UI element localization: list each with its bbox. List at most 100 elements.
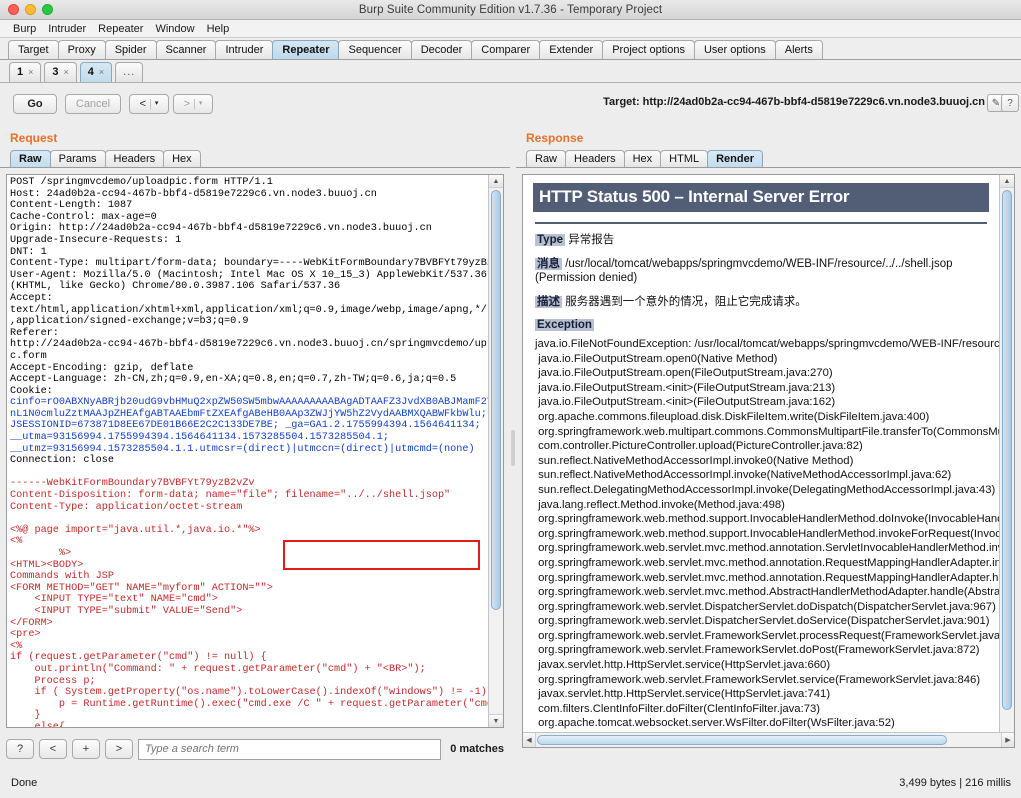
search-prev-button[interactable]: <	[39, 739, 67, 759]
stacktrace-line: org.springframework.web.servlet.Dispatch…	[535, 600, 996, 613]
stacktrace-line: sun.reflect.NativeMethodAccessorImpl.inv…	[535, 469, 952, 482]
request-line: http://24ad0b2a-cc94-467b-bbf4-d5819e722…	[10, 339, 488, 351]
request-line: Connection: close	[10, 455, 114, 467]
request-line: cinfo=rO0ABXNyABRjb20udG9vbHMuQ2xpZW50SW…	[10, 397, 488, 409]
close-icon[interactable]: ×	[28, 63, 33, 82]
forward-button[interactable]: > | ▾	[173, 94, 213, 114]
tab-project-options[interactable]: Project options	[602, 40, 695, 59]
tab-proxy[interactable]: Proxy	[57, 40, 106, 59]
request-line: Content-Disposition: form-data; name="fi…	[10, 490, 451, 502]
repeater-tab-1[interactable]: 1 ×	[9, 62, 42, 82]
request-line: Commands with JSP	[10, 571, 114, 583]
search-help-button[interactable]: ?	[6, 739, 34, 759]
request-line: Process p;	[10, 675, 96, 687]
request-line: Content-Type: application/octet-stream	[10, 501, 243, 513]
main-tab-bar: Target Proxy Spider Scanner Intruder Rep…	[0, 38, 1021, 60]
scroll-right-icon[interactable]: ▶	[1001, 733, 1014, 747]
scrollbar-thumb[interactable]	[491, 190, 501, 610]
scroll-up-icon[interactable]: ▲	[489, 175, 503, 188]
request-line: Content-Length: 1087	[10, 200, 133, 212]
request-line: Accept-Encoding: gzip, deflate	[10, 362, 194, 374]
request-tab-raw[interactable]: Raw	[10, 150, 51, 167]
request-line: c.form	[10, 350, 47, 362]
error-status-title: HTTP Status 500 – Internal Server Error	[533, 183, 989, 212]
search-input[interactable]	[138, 738, 442, 760]
stacktrace-line: org.apache.tomcat.websocket.server.WsFil…	[535, 717, 895, 730]
tab-user-options[interactable]: User options	[693, 40, 776, 59]
tab-sequencer[interactable]: Sequencer	[338, 40, 412, 59]
repeater-new-tab-button[interactable]: ...	[115, 62, 144, 82]
response-tab-hex[interactable]: Hex	[623, 150, 662, 167]
stacktrace-line: javax.servlet.http.HttpServlet.service(H…	[535, 659, 831, 672]
menu-window[interactable]: Window	[149, 20, 200, 38]
request-line: p = Runtime.getRuntime().exec("cmd.exe /…	[10, 698, 488, 710]
stacktrace-line: org.springframework.web.method.support.I…	[535, 527, 999, 540]
response-horizontal-scrollbar[interactable]: ◀ ▶	[523, 732, 1014, 747]
scroll-left-icon[interactable]: ◀	[523, 733, 536, 747]
response-tab-raw[interactable]: Raw	[526, 150, 567, 167]
repeater-panes: Request Raw Params Headers Hex POST /spr…	[0, 126, 1021, 770]
request-line	[10, 467, 488, 479]
repeater-tab-1-label: 1	[17, 66, 24, 78]
repeater-toolbar: Go Cancel < | ▾ > | ▾ Target: http://24a…	[0, 83, 1021, 127]
repeater-tab-4[interactable]: 4 ×	[79, 62, 113, 82]
request-tab-hex[interactable]: Hex	[163, 150, 201, 167]
request-raw-text[interactable]: POST /springmvcdemo/uploadpic.form HTTP/…	[7, 175, 488, 727]
stacktrace-line: org.springframework.web.servlet.mvc.meth…	[535, 542, 999, 555]
tab-extender[interactable]: Extender	[539, 40, 604, 59]
menu-intruder[interactable]: Intruder	[42, 20, 92, 38]
tab-decoder[interactable]: Decoder	[410, 40, 473, 59]
tab-comparer[interactable]: Comparer	[471, 40, 541, 59]
scrollbar-thumb[interactable]	[537, 735, 947, 745]
close-icon[interactable]: ×	[64, 63, 69, 82]
help-icon[interactable]: ?	[1001, 94, 1019, 112]
search-add-button[interactable]: +	[72, 739, 100, 759]
response-tab-render[interactable]: Render	[707, 150, 764, 167]
tab-target[interactable]: Target	[8, 40, 59, 59]
error-message-row: 消息 /usr/local/tomcat/webapps/springmvcde…	[535, 257, 989, 285]
cancel-button[interactable]: Cancel	[65, 94, 121, 114]
request-vertical-scrollbar[interactable]: ▲ ▼	[488, 175, 503, 727]
request-line: text/html,application/xhtml+xml,applicat…	[10, 304, 488, 316]
window-title: Burp Suite Community Edition v1.7.36 - T…	[358, 3, 663, 16]
request-line: Content-Type: multipart/form-data; bound…	[10, 258, 488, 270]
scrollbar-thumb[interactable]	[1002, 190, 1012, 710]
forward-arrow-icon: >	[183, 98, 191, 110]
response-tab-html[interactable]: HTML	[660, 150, 709, 167]
back-button[interactable]: < | ▾	[129, 94, 169, 114]
tab-intruder[interactable]: Intruder	[215, 40, 274, 59]
stacktrace-line: org.springframework.web.servlet.Dispatch…	[535, 615, 990, 628]
request-line: Origin: http://24ad0b2a-cc94-467b-bbf4-d…	[10, 223, 432, 235]
menu-help[interactable]: Help	[201, 20, 236, 38]
response-render-view[interactable]: HTTP Status 500 – Internal Server Error …	[522, 174, 1015, 748]
menu-repeater[interactable]: Repeater	[92, 20, 149, 38]
request-line: Host: 24ad0b2a-cc94-467b-bbf4-d5819e7229…	[10, 188, 377, 200]
go-button[interactable]: Go	[13, 94, 57, 114]
tab-repeater[interactable]: Repeater	[272, 40, 340, 59]
request-line: <FORM METHOD="GET" NAME="myform" ACTION=…	[10, 582, 273, 594]
menu-burp[interactable]: Burp	[7, 20, 42, 38]
scroll-down-icon[interactable]: ▼	[489, 714, 503, 727]
stacktrace-line: java.io.FileOutputStream.open(FileOutput…	[535, 367, 833, 380]
tab-scanner[interactable]: Scanner	[155, 40, 217, 59]
stacktrace-line: org.springframework.web.multipart.common…	[535, 425, 999, 438]
response-vertical-scrollbar[interactable]: ▲ ▼	[999, 175, 1014, 747]
response-tab-headers[interactable]: Headers	[565, 150, 625, 167]
stacktrace-line: com.filters.ClentInfoFilter.doFilter(Cle…	[535, 702, 821, 715]
request-tab-params[interactable]: Params	[49, 150, 106, 167]
response-pane: Response Raw Headers Hex HTML Render HTT…	[516, 126, 1021, 770]
tab-alerts[interactable]: Alerts	[774, 40, 823, 59]
request-tab-headers[interactable]: Headers	[104, 150, 165, 167]
request-line: <%@ page import="java.util.*,java.io.*"%…	[10, 524, 261, 536]
request-line: <pre>	[10, 629, 41, 641]
stacktrace-line: java.io.FileOutputStream.<init>(FileOutp…	[535, 396, 836, 409]
request-line	[10, 513, 488, 525]
error-message-tag: 消息	[535, 258, 562, 270]
close-icon[interactable]: ×	[99, 63, 104, 82]
search-next-button[interactable]: >	[105, 739, 133, 759]
scroll-up-icon[interactable]: ▲	[1000, 175, 1014, 188]
repeater-tab-3[interactable]: 3 ×	[44, 62, 77, 82]
request-editor[interactable]: POST /springmvcdemo/uploadpic.form HTTP/…	[6, 174, 504, 728]
stacktrace-line: sun.reflect.NativeMethodAccessorImpl.inv…	[535, 454, 854, 467]
tab-spider[interactable]: Spider	[104, 40, 157, 59]
